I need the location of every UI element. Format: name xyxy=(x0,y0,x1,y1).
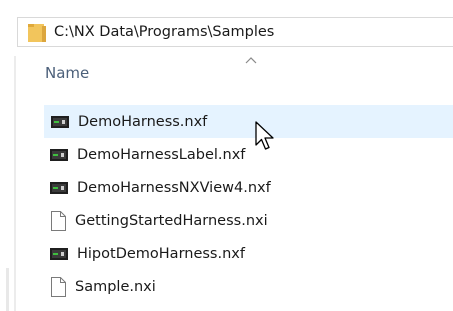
mouse-cursor-icon xyxy=(255,121,274,150)
nxf-file-icon xyxy=(50,148,68,161)
nxf-file-icon xyxy=(51,115,69,128)
folder-icon xyxy=(28,23,46,42)
address-path: C:\NX Data\Programs\Samples xyxy=(54,24,275,40)
file-name: DemoHarness.nxf xyxy=(78,113,208,130)
list-item[interactable]: GettingStartedHarness.nxi xyxy=(44,204,453,237)
file-list: DemoHarness.nxf DemoHarnessLabel.nxf Dem… xyxy=(44,105,453,303)
column-header-name[interactable]: Name xyxy=(45,64,89,82)
file-name: DemoHarnessLabel.nxf xyxy=(77,146,246,163)
file-explorer-window: C:\NX Data\Programs\Samples Name DemoHar… xyxy=(0,0,453,311)
file-name: HipotDemoHarness.nxf xyxy=(77,245,245,262)
file-name: Sample.nxi xyxy=(75,278,156,295)
blank-document-icon xyxy=(51,210,66,231)
list-item[interactable]: DemoHarness.nxf xyxy=(44,105,453,138)
address-bar[interactable]: C:\NX Data\Programs\Samples xyxy=(17,17,453,47)
list-item[interactable]: DemoHarnessNXView4.nxf xyxy=(44,171,453,204)
list-item[interactable]: DemoHarnessLabel.nxf xyxy=(44,138,453,171)
sort-ascending-caret-icon xyxy=(245,57,257,64)
scroll-edge xyxy=(6,268,9,311)
nxf-file-icon xyxy=(50,247,68,260)
nxf-file-icon xyxy=(50,181,68,194)
list-item[interactable]: HipotDemoHarness.nxf xyxy=(44,237,453,270)
file-name: GettingStartedHarness.nxi xyxy=(75,212,268,229)
file-name: DemoHarnessNXView4.nxf xyxy=(77,179,271,196)
navigation-pane-divider xyxy=(14,56,16,311)
blank-document-icon xyxy=(51,276,66,297)
list-item[interactable]: Sample.nxi xyxy=(44,270,453,303)
